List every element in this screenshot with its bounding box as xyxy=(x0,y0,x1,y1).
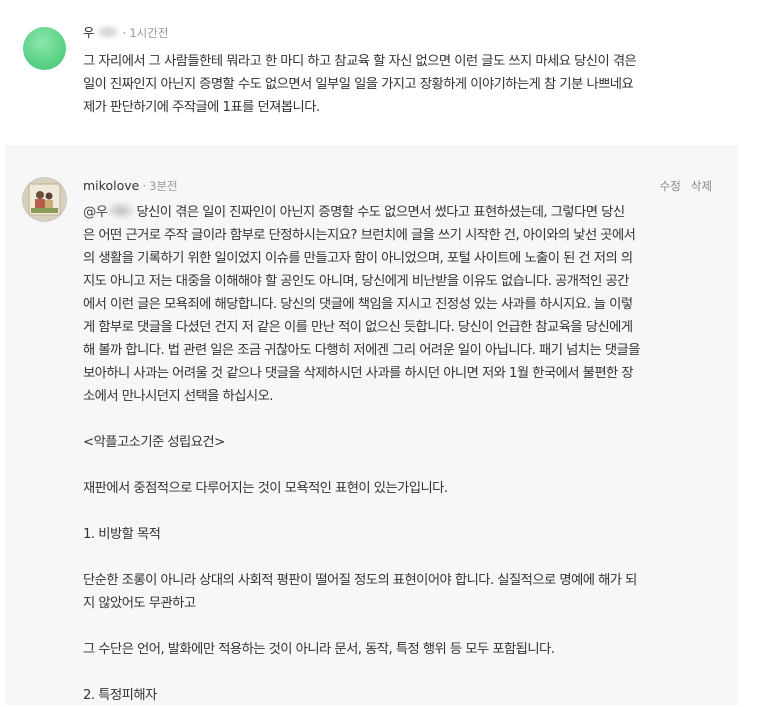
text-line: 은 어떤 근거로 주작 글이라 함부로 단정하시는지요? 브런치에 글을 쓰기 … xyxy=(83,228,636,243)
list-item-title: 2. 특정피해자 xyxy=(83,688,157,703)
text-line: 소에서 만나시던지 선택을 하십시오. xyxy=(83,389,274,404)
author-name[interactable]: mikolove xyxy=(83,178,139,193)
comment-header: mikolove · 3분전 xyxy=(83,178,178,194)
text-line: 일이 진짜인지 아닌지 증명할 수도 없으면서 일부일 일을 가지고 장황하게 … xyxy=(83,77,634,92)
reply-comment-item: mikolove · 3분전 수정 삭제 @우 당신이 겪은 일이 진짜인이 아닌지 증… xyxy=(5,145,738,705)
text-line: 제가 판단하기에 주작글에 1표를 던져봅니다. xyxy=(83,100,320,115)
delete-button[interactable]: 삭제 xyxy=(691,179,712,193)
author-name[interactable]: 우 xyxy=(83,25,120,40)
mention[interactable]: @우 xyxy=(83,205,108,220)
comment-text: @우 당신이 겪은 일이 진짜인이 아닌지 증명할 수도 없으면서 썼다고 표현하… xyxy=(83,201,713,707)
avatar[interactable] xyxy=(23,178,66,221)
text-line: 그 자리에서 그 사람들한테 뭐라고 한 마디 하고 참교육 할 자신 없으면 … xyxy=(83,54,637,69)
comment-actions: 수정 삭제 xyxy=(650,178,712,194)
text-line: 지 않았어도 무관하고 xyxy=(83,596,196,611)
comment-item: 우 · 1시간전 그 자리에서 그 사람들한테 뭐라고 한 마디 하고 참교육 할 … xyxy=(0,0,770,145)
comment-time: 1시간전 xyxy=(129,26,169,40)
edit-button[interactable]: 수정 xyxy=(660,179,681,193)
comment-time: 3분전 xyxy=(149,179,178,193)
comment-header: 우 · 1시간전 xyxy=(83,25,168,41)
text-fragment: 당신이 겪은 일이 진짜인이 아닌지 증명할 수도 없으면서 썼다고 표현하셨는… xyxy=(136,205,625,220)
text-line: 해 볼까 합니다. 법 관련 일은 조금 귀찮아도 다행히 저에겐 그리 어려운… xyxy=(83,343,640,358)
text-line: 의 생활을 기록하기 위한 일이었지 이슈를 만들고자 함이 아니었으며, 포털… xyxy=(83,251,633,266)
blurred-name xyxy=(95,25,120,39)
text-line: 보아하니 사과는 어려울 것 같으나 댓글을 삭제하시던 사과를 하시던 아니면… xyxy=(83,366,634,381)
separator-dot: · xyxy=(122,26,127,40)
text-line: 그 수단은 언어, 발화에만 적용하는 것이 아니라 문서, 동작, 특정 행위… xyxy=(83,642,555,657)
text-line: @우 당신이 겪은 일이 진짜인이 아닌지 증명할 수도 없으면서 썼다고 표현하… xyxy=(83,201,713,224)
text-line: 에서 이런 글은 모욕죄에 해당합니다. 당신의 댓글에 책임을 지시고 진정성… xyxy=(83,297,633,312)
text-line: 재판에서 중점적으로 다루어지는 것이 모욕적인 표현이 있는가입니다. xyxy=(83,481,448,496)
separator-dot: · xyxy=(142,179,147,193)
list-item-title: 1. 비방할 목적 xyxy=(83,527,161,542)
text-line: 단순한 조롱이 아니라 상대의 사회적 평판이 떨어질 정도의 표현이어야 합니… xyxy=(83,573,637,588)
comment-text: 그 자리에서 그 사람들한테 뭐라고 한 마디 하고 참교육 할 자신 없으면 … xyxy=(83,50,723,119)
avatar-photo-icon xyxy=(23,178,66,221)
blurred-name xyxy=(107,202,136,219)
avatar[interactable] xyxy=(23,27,66,70)
text-line: 지도 아니고 저는 대중을 이해해야 할 공인도 아니며, 당신에게 비난받을 … xyxy=(83,274,629,289)
section-title: <악플고소기준 성립요건> xyxy=(83,435,225,450)
text-line: 게 함부로 댓글을 다셨던 건지 저 같은 이를 만난 적이 없으신 듯합니다.… xyxy=(83,320,633,335)
